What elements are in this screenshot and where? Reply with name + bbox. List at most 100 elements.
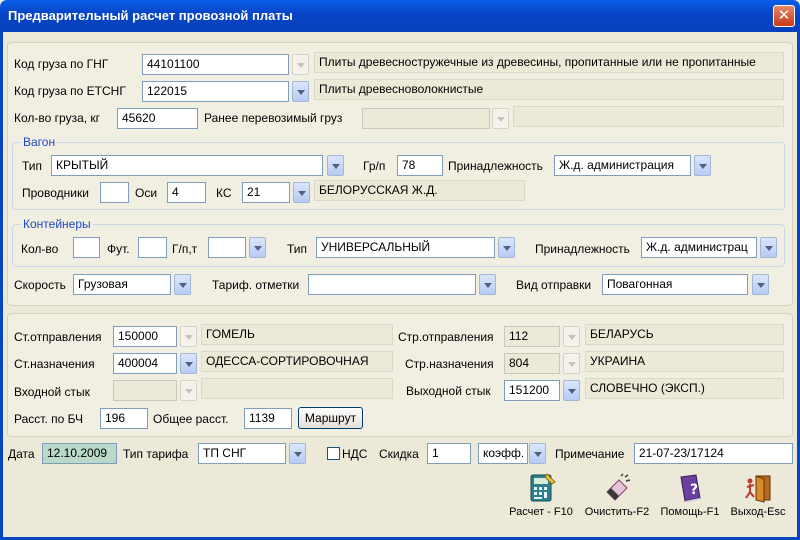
gng-dropdown-button (292, 54, 309, 75)
gng-code-input[interactable]: 44101100 (142, 54, 289, 75)
route-button[interactable]: Маршрут (298, 407, 363, 429)
etsng-description: Плиты древесноволокнистые (314, 79, 784, 100)
conductors-label: Проводники (22, 186, 89, 200)
axles-label: Оси (135, 186, 158, 200)
wagon-owner-dropdown-button[interactable] (694, 155, 711, 176)
gng-label: Код груза по ГНГ (14, 57, 109, 71)
qty-input[interactable]: 45620 (117, 108, 198, 129)
speed-select[interactable]: Грузовая (73, 274, 171, 295)
help-button[interactable]: ? Помощь-F1 (657, 472, 723, 518)
conductors-input[interactable] (100, 182, 129, 203)
tariff-marks-dropdown-button[interactable] (479, 274, 496, 295)
from-station-input[interactable]: 150000 (113, 326, 177, 347)
axles-input[interactable]: 4 (167, 182, 206, 203)
bch-distance-input[interactable]: 196 (100, 408, 148, 429)
title-bar: Предварительный расчет провозной платы ✕ (0, 0, 800, 32)
container-gp-label: Г/п,т (172, 242, 198, 256)
svg-text:?: ? (690, 482, 698, 498)
entry-junction-dropdown-button (180, 380, 197, 401)
from-country-label: Стр.отправления (398, 330, 494, 344)
clear-label: Очистить-F2 (584, 506, 650, 518)
exit-button[interactable]: Выход-Esc (727, 472, 789, 518)
speed-label: Скорость (14, 278, 66, 292)
to-station-input[interactable]: 400004 (113, 353, 177, 374)
qty-label: Кол-во груза, кг (14, 111, 101, 125)
container-ft-input[interactable] (138, 237, 167, 258)
wagon-type-label: Тип (22, 159, 43, 173)
container-count-input[interactable] (73, 237, 100, 258)
etsng-label: Код груза по ЕТСНГ (14, 84, 126, 98)
container-owner-select[interactable]: Ж.д. администрац (641, 237, 757, 258)
exit-door-icon (745, 475, 771, 503)
from-station-name: ГОМЕЛЬ (201, 324, 393, 345)
wagon-gp-input[interactable]: 78 (397, 155, 443, 176)
from-country-input: 112 (504, 326, 560, 347)
container-gp-dropdown-button[interactable] (249, 237, 266, 258)
window-title: Предварительный расчет провозной платы (8, 8, 293, 23)
from-country-name: БЕЛАРУСЬ (585, 324, 784, 345)
tariff-type-label: Тип тарифа (123, 447, 189, 461)
tariff-marks-select[interactable] (308, 274, 476, 295)
discount-unit-dropdown-button[interactable] (529, 443, 546, 464)
exit-junction-dropdown-button[interactable] (563, 380, 580, 401)
discount-label: Скидка (379, 447, 419, 461)
prev-cargo-dropdown-button (492, 108, 509, 129)
container-owner-dropdown-button[interactable] (760, 237, 777, 258)
prev-cargo-label: Ранее перевозимый груз (204, 111, 343, 125)
total-distance-label: Общее расст. (153, 412, 229, 426)
prev-cargo-description (513, 106, 784, 127)
ks-input[interactable]: 21 (242, 182, 290, 203)
exit-label: Выход-Esc (730, 506, 786, 518)
from-country-dropdown-button (563, 326, 580, 347)
to-station-dropdown-button[interactable] (180, 353, 197, 374)
to-country-label: Стр.назначения (405, 357, 494, 371)
speed-dropdown-button[interactable] (174, 274, 191, 295)
tariff-type-select[interactable]: ТП СНГ (198, 443, 286, 464)
container-type-select[interactable]: УНИВЕРСАЛЬНЫЙ (316, 237, 495, 258)
note-input[interactable]: 21-07-23/17124 (634, 443, 793, 464)
to-country-dropdown-button (563, 353, 580, 374)
bch-distance-label: Расст. по БЧ (14, 412, 83, 426)
date-label: Дата (8, 447, 35, 461)
discount-unit-select[interactable]: коэфф. (478, 443, 528, 464)
eraser-icon (606, 473, 631, 501)
tariff-marks-label: Тариф. отметки (212, 278, 300, 292)
container-type-dropdown-button[interactable] (498, 237, 515, 258)
ks-description: БЕЛОРУССКАЯ Ж.Д. (314, 180, 525, 201)
dispatch-select[interactable]: Повагонная (602, 274, 748, 295)
vat-label: НДС (342, 447, 368, 461)
date-field[interactable]: 12.10.2009 (42, 443, 117, 464)
exit-junction-label: Выходной стык (406, 384, 491, 398)
container-type-label: Тип (287, 242, 308, 256)
ks-dropdown-button[interactable] (293, 182, 310, 203)
dispatch-dropdown-button[interactable] (752, 274, 769, 295)
wagon-owner-label: Принадлежность (448, 159, 543, 173)
container-gp-select[interactable] (208, 237, 246, 258)
dispatch-label: Вид отправки (516, 278, 592, 292)
entry-junction-input (113, 380, 177, 401)
to-station-label: Ст.назначения (14, 357, 95, 371)
clear-button[interactable]: Очистить-F2 (580, 472, 654, 518)
total-distance-input[interactable]: 1139 (244, 408, 292, 429)
exit-junction-input[interactable]: 151200 (504, 380, 560, 401)
etsng-dropdown-button[interactable] (292, 81, 309, 102)
vat-checkbox[interactable] (327, 447, 340, 460)
wagon-owner-select[interactable]: Ж.д. администрация (554, 155, 691, 176)
ks-label: КС (216, 186, 232, 200)
etsng-code-input[interactable]: 122015 (142, 81, 289, 102)
calculate-label: Расчет - F10 (509, 506, 573, 518)
wagon-type-dropdown-button[interactable] (327, 155, 344, 176)
container-ft-label: Фут. (107, 242, 130, 256)
wagon-type-select[interactable]: КРЫТЫЙ (51, 155, 323, 176)
wagon-gp-label: Гр/п (363, 159, 386, 173)
calculator-icon (530, 473, 556, 502)
calculate-button[interactable]: Расчет - F10 (505, 472, 577, 518)
to-country-input: 804 (504, 353, 560, 374)
tariff-type-dropdown-button[interactable] (289, 443, 306, 464)
to-station-name: ОДЕССА-СОРТИРОВОЧНАЯ (201, 351, 393, 372)
discount-input[interactable]: 1 (427, 443, 471, 464)
gng-description: Плиты древесностружечные из древесины, п… (314, 52, 784, 73)
to-country-name: УКРАИНА (585, 351, 784, 372)
container-count-label: Кол-во (21, 242, 59, 256)
close-button[interactable]: ✕ (773, 5, 795, 27)
